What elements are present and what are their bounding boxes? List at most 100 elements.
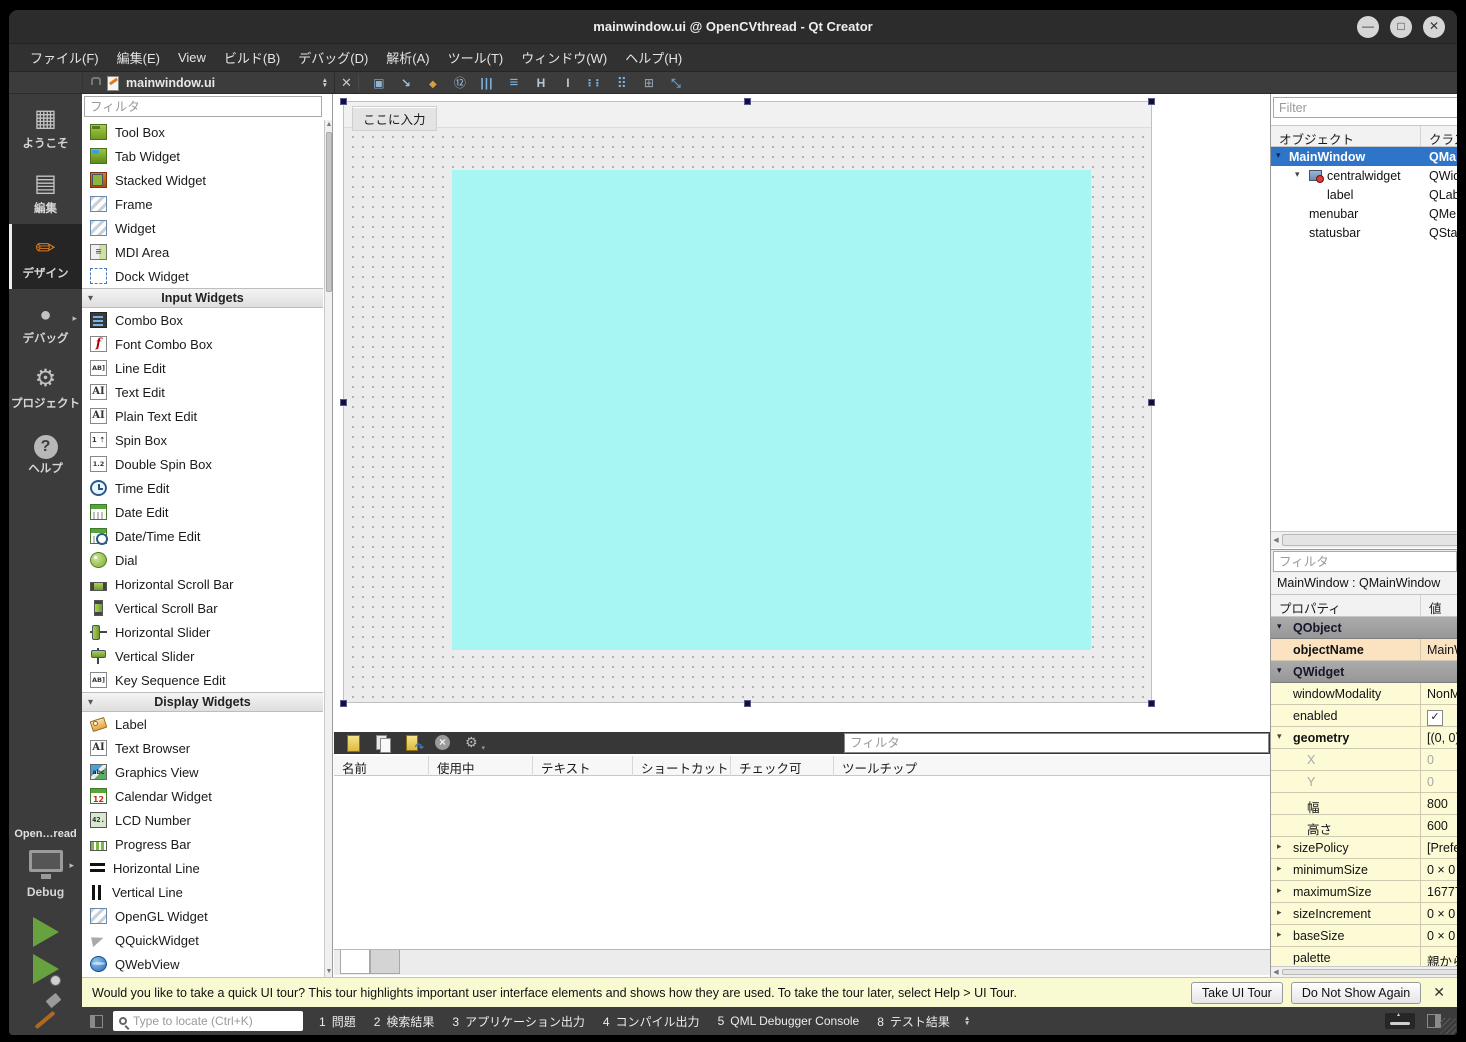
output-pane-button[interactable]: 3 アプリケーション出力 <box>452 1013 584 1030</box>
action-column-header[interactable]: ツールチップ <box>834 756 1270 776</box>
editor-tab[interactable] <box>370 950 400 974</box>
editor-tab[interactable] <box>340 950 370 974</box>
widget-item[interactable]: Date/Time Edit <box>82 524 323 548</box>
edit-tab-order-icon[interactable] <box>451 74 469 92</box>
break-layout-icon[interactable] <box>640 74 658 92</box>
menu-item[interactable]: 解析(A) <box>377 44 438 71</box>
property-row[interactable]: QObject <box>1271 617 1457 639</box>
inspector-row[interactable]: menubar QMenuBar <box>1271 204 1457 223</box>
selection-handle[interactable] <box>340 700 347 707</box>
inspector-object-column[interactable]: オブジェクト <box>1271 126 1421 147</box>
widget-section-header[interactable]: Input Widgets <box>82 288 323 308</box>
inspector-row[interactable]: label QLabel <box>1271 185 1457 204</box>
property-value-column[interactable]: 値 <box>1421 595 1442 616</box>
widget-item[interactable]: Spin Box <box>82 428 323 452</box>
new-action-icon[interactable] <box>344 734 362 752</box>
action-editor-table[interactable] <box>334 776 1270 949</box>
edit-signals-slots-icon[interactable] <box>397 74 415 92</box>
menu-item[interactable]: 編集(E) <box>108 44 169 71</box>
configure-icon[interactable] <box>464 734 485 752</box>
selection-handle[interactable] <box>744 98 751 105</box>
inspector-class-column[interactable]: クラス <box>1421 126 1457 147</box>
minimize-icon[interactable]: — <box>1357 16 1379 38</box>
widget-item[interactable]: Text Edit <box>82 380 323 404</box>
output-pane-button[interactable]: 5 QML Debugger Console <box>718 1014 860 1028</box>
menu-item[interactable]: デバッグ(D) <box>289 44 377 71</box>
debug-run-button[interactable] <box>29 954 63 988</box>
menu-item[interactable]: ツール(T) <box>439 44 513 71</box>
layout-vertical-icon[interactable] <box>505 74 523 92</box>
property-row[interactable]: 幅 800 <box>1271 793 1457 815</box>
form-menubar[interactable]: ここに入力 <box>344 102 1151 131</box>
property-row[interactable]: palette 親から継承 <box>1271 947 1457 966</box>
widget-item[interactable]: Combo Box <box>82 308 323 332</box>
widget-item[interactable]: QWebView <box>82 952 323 976</box>
inspector-filter-input[interactable] <box>1273 97 1457 118</box>
action-column-header[interactable]: 使用中 <box>429 756 533 776</box>
property-hscrollbar[interactable]: ◀ ▶ <box>1271 966 1457 977</box>
widget-item[interactable]: Frame <box>82 192 323 216</box>
window-resize-grip[interactable] <box>1440 1018 1456 1034</box>
widget-item[interactable]: Horizontal Line <box>82 856 323 880</box>
edit-widgets-icon[interactable] <box>370 74 388 92</box>
property-row[interactable]: baseSize 0 × 0 <box>1271 925 1457 947</box>
inspector-hscrollbar[interactable]: ◀ ▶ <box>1271 531 1457 548</box>
widget-item[interactable]: Stacked Widget <box>82 168 323 192</box>
build-button[interactable] <box>29 994 63 1024</box>
widget-item[interactable]: Horizontal Scroll Bar <box>82 572 323 596</box>
selection-handle[interactable] <box>340 399 347 406</box>
widget-item[interactable]: QQuickWidget <box>82 928 323 952</box>
widget-item[interactable]: Plain Text Edit <box>82 404 323 428</box>
property-row[interactable]: geometry [(0, 0), 800 × 6… <box>1271 727 1457 749</box>
copy-action-icon[interactable] <box>374 734 392 753</box>
selection-handle[interactable] <box>1148 399 1155 406</box>
widgetbox-scrollbar[interactable]: ▲ ▼ <box>324 120 332 977</box>
property-row[interactable]: objectName MainWindow <box>1271 639 1457 661</box>
widget-item[interactable]: Widget <box>82 216 323 240</box>
layout-horizontal-splitter-icon[interactable] <box>532 74 550 92</box>
action-column-header[interactable]: チェック可 <box>731 756 834 776</box>
menu-item[interactable]: ヘルプ(H) <box>616 44 691 71</box>
toggle-right-sidebar-icon[interactable] <box>1427 1014 1441 1028</box>
qlabel-widget[interactable] <box>452 170 1091 650</box>
property-row[interactable]: 高さ 600 <box>1271 815 1457 837</box>
property-row[interactable]: minimumSize 0 × 0 <box>1271 859 1457 881</box>
scroll-down-icon[interactable]: ▼ <box>325 967 332 977</box>
widget-item[interactable]: OpenGL Widget <box>82 904 323 928</box>
menu-item[interactable]: ファイル(F) <box>21 44 108 71</box>
menu-item[interactable]: View <box>169 46 215 69</box>
widget-item[interactable]: Tab Widget <box>82 144 323 168</box>
mode-item[interactable]: デバッグ <box>9 289 82 354</box>
output-pane-button[interactable]: 2 検索結果 <box>374 1013 435 1030</box>
scroll-left-icon[interactable]: ◀ <box>1271 967 1281 977</box>
widget-item[interactable]: Dial <box>82 548 323 572</box>
layout-grid-icon[interactable] <box>613 74 631 92</box>
delete-action-icon[interactable] <box>434 734 452 752</box>
widget-item[interactable]: Double Spin Box <box>82 452 323 476</box>
widget-item[interactable]: Time Edit <box>82 476 323 500</box>
layout-form-icon[interactable] <box>586 74 604 92</box>
mode-item[interactable]: プロジェクト <box>9 354 82 419</box>
action-column-header[interactable]: ショートカット <box>633 756 731 776</box>
selection-handle[interactable] <box>340 98 347 105</box>
infobar-close-icon[interactable]: ✕ <box>1429 984 1457 1001</box>
widget-item[interactable]: Label <box>82 712 323 736</box>
property-row[interactable]: sizeIncrement 0 × 0 <box>1271 903 1457 925</box>
widget-item[interactable]: Graphics View <box>82 760 323 784</box>
output-pane-button[interactable]: 1 問題 <box>319 1013 356 1030</box>
property-row[interactable]: windowModality NonModal <box>1271 683 1457 705</box>
close-icon[interactable]: ✕ <box>1423 16 1445 38</box>
inspector-row[interactable]: statusbar QStatusBar <box>1271 223 1457 242</box>
widget-item[interactable]: Vertical Slider <box>82 644 323 668</box>
property-row[interactable]: sizePolicy [Preferred, Pre… <box>1271 837 1457 859</box>
property-row[interactable]: X 0 <box>1271 749 1457 771</box>
take-ui-tour-button[interactable]: Take UI Tour <box>1190 981 1283 1004</box>
mainwindow-form[interactable]: ここに入力 <box>343 101 1152 703</box>
widget-item[interactable]: Tool Box <box>82 120 323 144</box>
property-row[interactable]: Y 0 <box>1271 771 1457 793</box>
property-filter-input[interactable] <box>1273 551 1457 572</box>
document-dropdown-icon[interactable]: ▲ ▼ <box>322 77 328 89</box>
layout-horizontal-icon[interactable] <box>478 74 496 92</box>
run-button[interactable] <box>29 917 63 951</box>
widget-item[interactable]: Text Browser <box>82 736 323 760</box>
